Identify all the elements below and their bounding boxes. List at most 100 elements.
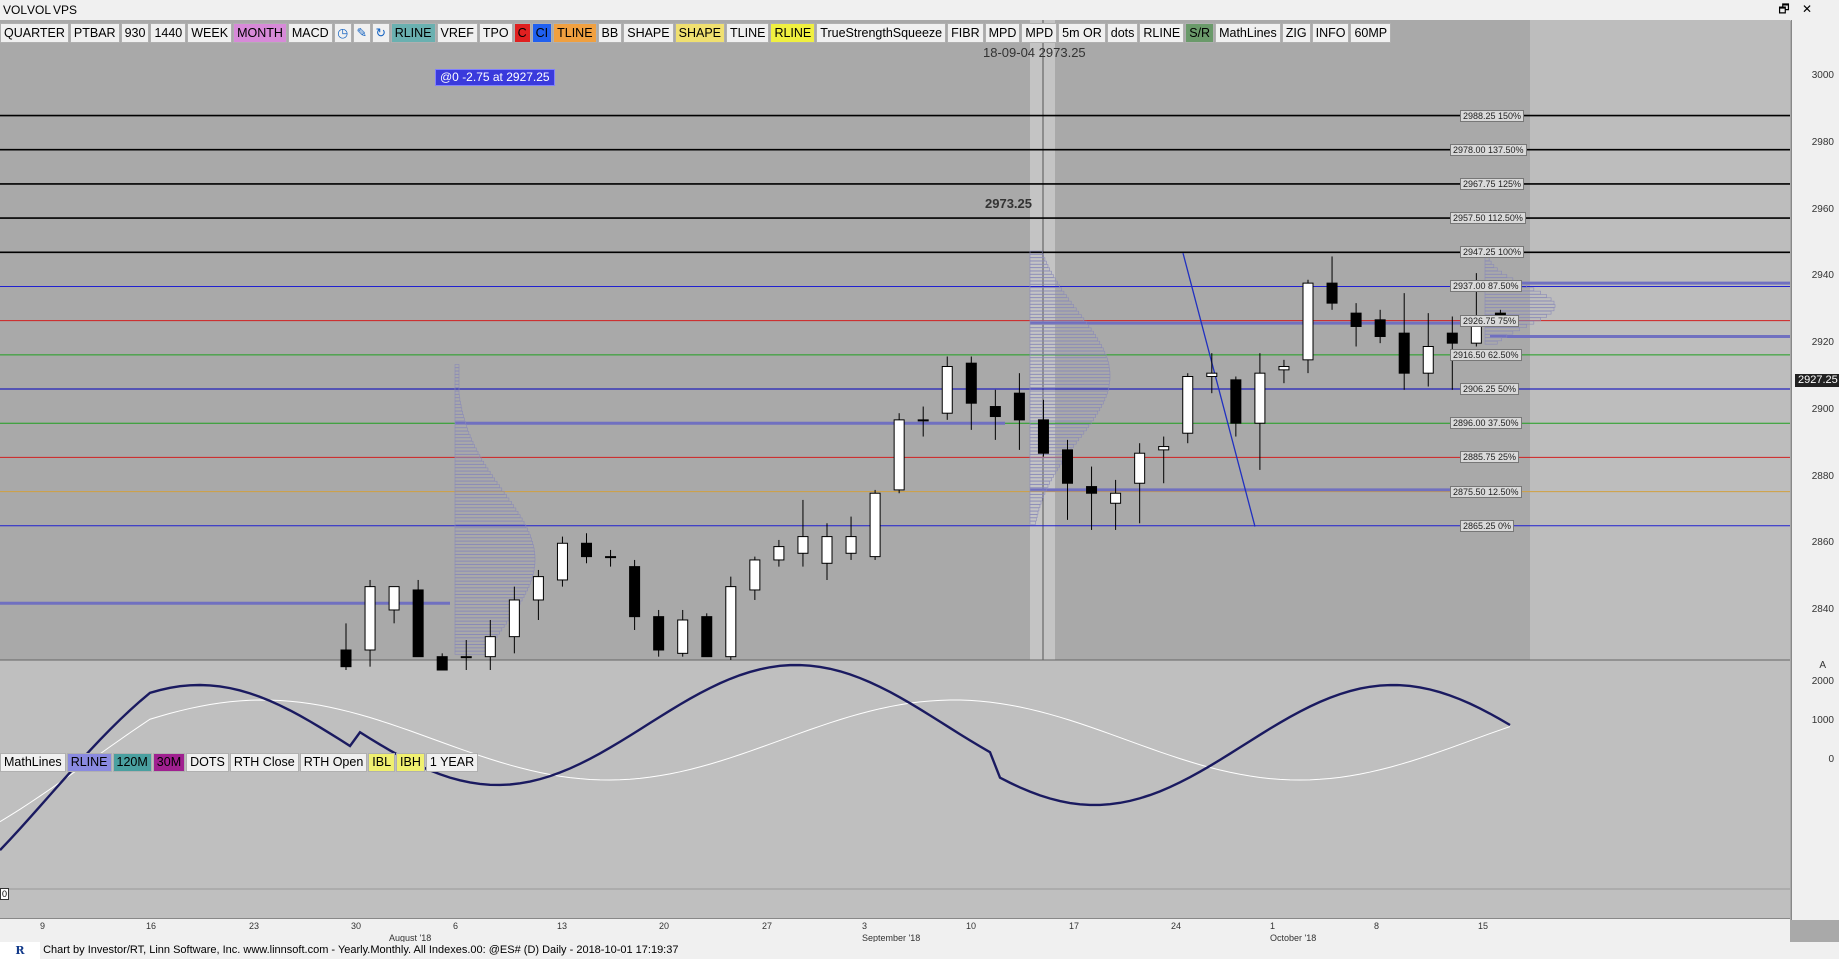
level-label: 2967.75 125% — [1460, 177, 1525, 190]
toolbar-button-930-2[interactable]: 930 — [120, 23, 150, 43]
candle-body — [917, 419, 929, 422]
level-label: 2885.75 25% — [1460, 451, 1520, 464]
last-price-flag: 2927.25 — [1795, 374, 1839, 387]
toolbar-button-60mp-32[interactable]: 60MP — [1350, 23, 1392, 43]
candle-body — [1206, 372, 1218, 378]
date-tick-label: 3 — [862, 921, 868, 931]
window-title-bar: VOL VOL VPS 🗗 ✕ — [0, 0, 1839, 21]
toolbar-button-shape-17[interactable]: SHAPE — [623, 23, 674, 43]
date-tick-label: 13 — [557, 921, 568, 931]
price-tick-label: 2960 — [1811, 203, 1834, 215]
crosshair-price-label: 2973.25 — [985, 196, 1032, 211]
level-label: 2896.00 37.50% — [1450, 417, 1522, 430]
candle-body — [1158, 446, 1170, 451]
restore-icon[interactable]: 🗗 — [1775, 1, 1793, 17]
clock-icon[interactable]: ◷ — [333, 23, 352, 43]
toolbar-button-zig-30[interactable]: ZIG — [1281, 23, 1311, 43]
toolbar-button-rth-open-6[interactable]: RTH Open — [299, 753, 368, 772]
date-tick-label: 17 — [1069, 921, 1080, 931]
toolbar-button-tline-15[interactable]: TLINE — [553, 23, 597, 43]
toolbar-button-120m-2[interactable]: 120M — [112, 753, 152, 772]
candle-body — [460, 656, 472, 659]
toolbar-button-dots-26[interactable]: dots — [1106, 23, 1139, 43]
macd-tick-label: 2000 — [1811, 676, 1834, 687]
toolbar-button-week-4[interactable]: WEEK — [187, 23, 233, 43]
toolbar-button-mpd-24[interactable]: MPD — [1021, 23, 1058, 43]
toolbar-button-ibh-8[interactable]: IBH — [396, 753, 425, 772]
toolbar-button-rline-20[interactable]: RLINE — [770, 23, 816, 43]
toolbar-button-info-31[interactable]: INFO — [1311, 23, 1350, 43]
candle-body — [1278, 366, 1290, 371]
close-icon[interactable]: ✕ — [1798, 1, 1816, 17]
toolbar-button-1-year-9[interactable]: 1 YEAR — [425, 753, 479, 772]
toolbar-button-shape-18[interactable]: SHAPE — [674, 23, 726, 43]
toolbar-button-1440-3[interactable]: 1440 — [150, 23, 187, 43]
toolbar-button-s-r-28[interactable]: S/R — [1185, 23, 1215, 43]
candle-body — [845, 536, 857, 554]
candle-body — [893, 419, 905, 491]
toolbar-button-c-13[interactable]: C — [513, 23, 531, 43]
footer-text: Chart by Investor/RT, Linn Software, Inc… — [43, 944, 679, 956]
toolbar-button-ibl-7[interactable]: IBL — [368, 753, 396, 772]
macd-tick-label: 1000 — [1811, 715, 1834, 726]
date-tick-label: 15 — [1478, 921, 1489, 931]
candle-body — [508, 599, 520, 638]
crosshair-date: 18-09-04 — [983, 45, 1036, 60]
toolbar-button-rline-10[interactable]: RLINE — [390, 23, 436, 43]
candle-body — [340, 649, 352, 668]
toolbar-button-tline-19[interactable]: TLINE — [726, 23, 770, 43]
refresh-icon[interactable]: ↻ — [371, 23, 390, 43]
toolbar-button-macd-6[interactable]: MACD — [287, 23, 333, 43]
toolbar-button-fibr-22[interactable]: FIBR — [947, 23, 984, 43]
toolbar-button-5m-or-25[interactable]: 5m OR — [1058, 23, 1106, 43]
toolbar-button-mathlines-0[interactable]: MathLines — [0, 753, 66, 772]
toolbar-button-truestrengthsqueeze-21[interactable]: TrueStrengthSqueeze — [816, 23, 947, 43]
candle-body — [1254, 372, 1266, 424]
candle-body — [581, 542, 592, 558]
toolbar-button-mathlines-29[interactable]: MathLines — [1215, 23, 1281, 43]
tab-vps[interactable]: VPS — [50, 2, 80, 18]
date-tick-label: 24 — [1171, 921, 1182, 931]
date-axis[interactable]: 9 16 23 30 August '18 6 13 20 27 3 September '18 10… — [0, 918, 1790, 943]
date-tick-label: 10 — [966, 921, 977, 931]
candle-body — [605, 556, 617, 559]
candle-body — [1302, 282, 1314, 361]
toolbar-button-tpo-12[interactable]: TPO — [478, 23, 513, 43]
toolbar-button-vref-11[interactable]: VREF — [436, 23, 478, 43]
price-tick-label: 2880 — [1811, 470, 1834, 482]
crosshair-date-label: 18-09-04 2973.25 — [983, 45, 1086, 60]
bottom-toolbar: MathLines RLINE 120M 30M DOTS RTH Close RTH Op… — [0, 753, 479, 772]
toolbar-button-rline-1[interactable]: RLINE — [66, 753, 112, 772]
level-label: 2916.50 62.50% — [1450, 348, 1522, 361]
date-tick-label: 27 — [762, 921, 773, 931]
toolbar-button-dots-4[interactable]: DOTS — [186, 753, 229, 772]
date-tick-label: 20 — [659, 921, 670, 931]
date-tick-label: 23 — [249, 921, 260, 931]
toolbar-button-30m-3[interactable]: 30M — [152, 753, 186, 772]
toolbar-button-bb-16[interactable]: BB — [597, 23, 623, 43]
level-label: 2957.50 112.50% — [1450, 212, 1526, 225]
toolbar-button-quarter-0[interactable]: QUARTER — [0, 23, 69, 43]
toolbar-button-month-5[interactable]: MONTH — [233, 23, 287, 43]
candle-body — [749, 559, 761, 591]
price-tick-label: 2940 — [1811, 270, 1834, 282]
candle-body — [436, 656, 448, 671]
toolbar-button-ptbar-1[interactable]: PTBAR — [69, 23, 120, 43]
toolbar-button-ci-14[interactable]: CI — [531, 23, 553, 43]
price-tick-label: 2900 — [1811, 403, 1834, 415]
candle-body — [821, 536, 833, 564]
level-label: 2978.00 137.50% — [1450, 143, 1527, 156]
toolbar-button-rline-27[interactable]: RLINE — [1139, 23, 1185, 43]
candle-body — [629, 566, 641, 618]
candle-body — [388, 586, 400, 611]
candle-body — [1037, 419, 1049, 454]
candle-body — [1110, 492, 1122, 504]
candle-body — [677, 619, 689, 654]
candle-body — [364, 586, 376, 651]
price-axis[interactable]: 3000 2980 2960 2940 2920 2900 2880 2860 2840 2000… — [1791, 20, 1839, 920]
price-tick-label: 2980 — [1811, 137, 1834, 149]
toolbar-button-rth-close-5[interactable]: RTH Close — [229, 753, 299, 772]
pencil-icon[interactable]: ✎ — [352, 23, 371, 43]
toolbar-button-mpd-23[interactable]: MPD — [984, 23, 1021, 43]
candle-body — [701, 616, 713, 658]
